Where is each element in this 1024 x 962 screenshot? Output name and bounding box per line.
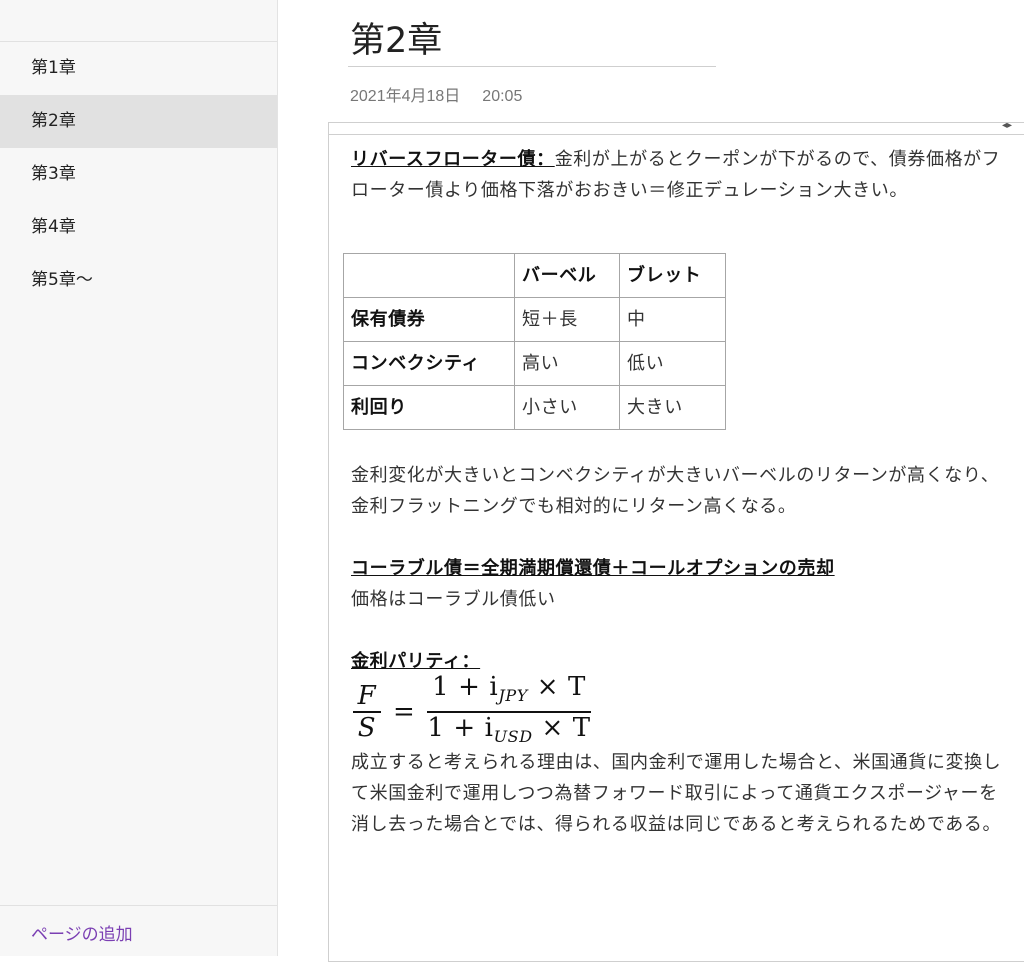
table-cell: 低い bbox=[619, 341, 726, 386]
table-cell: 短＋長 bbox=[514, 297, 620, 342]
title-underline bbox=[348, 66, 716, 67]
formula-equals: = bbox=[393, 696, 416, 727]
page-item-chapter-3[interactable]: 第3章 bbox=[0, 148, 277, 201]
formula-lhs-numerator: F bbox=[357, 681, 377, 711]
table-header: バーベル bbox=[514, 253, 620, 298]
paragraph-interest-parity: 成立すると考えられる理由は、国内金利で運用した場合と、米国通貨に変換して米国金利… bbox=[351, 752, 1002, 835]
table-row-header: コンベクシティ bbox=[343, 341, 515, 386]
table-row: コンベクシティ 高い 低い bbox=[343, 341, 726, 386]
page-title[interactable]: 第2章 bbox=[350, 12, 442, 63]
table-cell: 小さい bbox=[514, 385, 620, 430]
formula-lhs: F S bbox=[353, 681, 381, 743]
table-row: 利回り 小さい 大きい bbox=[343, 385, 726, 430]
formula-lhs-denominator: S bbox=[357, 713, 377, 743]
callable-bond-heading-text: コーラブル債＝全期満期償還債＋コールオプションの売却 bbox=[351, 558, 835, 579]
page-date: 2021年4月18日 bbox=[350, 88, 461, 105]
page-list-sidebar: 第1章 第2章 第3章 第4章 第5章～ ページの追加 bbox=[0, 0, 278, 956]
page-item-chapter-2[interactable]: 第2章 bbox=[0, 95, 277, 148]
table-cell: 中 bbox=[619, 297, 726, 342]
table-cell bbox=[343, 253, 515, 298]
add-page-button[interactable]: ページの追加 bbox=[31, 920, 133, 945]
table-cell: 高い bbox=[514, 341, 620, 386]
page-list: 第1章 第2章 第3章 第4章 第5章～ bbox=[0, 42, 277, 307]
text-callable-bond: 価格はコーラブル債低い bbox=[351, 589, 556, 610]
heading-callable-bond: コーラブル債＝全期満期償還債＋コールオプションの売却 bbox=[351, 553, 1003, 584]
table-row-header: 利回り bbox=[343, 385, 515, 430]
table-row: バーベル ブレット bbox=[343, 253, 726, 298]
table-cell: 大きい bbox=[619, 385, 726, 430]
table-header: ブレット bbox=[619, 253, 726, 298]
page-item-chapter-4[interactable]: 第4章 bbox=[0, 201, 277, 254]
paragraph-reverse-floater: リバースフローター債：金利が上がるとクーポンが下がるので、債券価格がフローター債… bbox=[351, 144, 1003, 206]
page-timestamp: 2021年4月18日 20:05 bbox=[350, 82, 544, 106]
interest-parity-formula: F S = 1 + iJPY × T 1 + iUSD × T bbox=[353, 672, 1003, 746]
page-time: 20:05 bbox=[482, 88, 523, 105]
paragraph-barbell: 金利変化が大きいとコンベクシティが大きいバーベルのリターンが高くなり、金利フラッ… bbox=[351, 465, 1000, 517]
formula-rhs-numerator: 1 + iJPY × T bbox=[432, 671, 586, 705]
interest-parity-heading-text: 金利パリティ： bbox=[351, 651, 481, 672]
comparison-table: バーベル ブレット 保有債券 短＋長 中 コンベクシティ 高い 低い 利回り 小… bbox=[343, 253, 726, 430]
note-container-handle-bar[interactable]: ◂▸ bbox=[329, 120, 1024, 135]
resize-handle-icon[interactable]: ◂▸ bbox=[1002, 120, 1012, 131]
heading-reverse-floater: リバースフローター債： bbox=[351, 149, 555, 170]
page-item-chapter-1[interactable]: 第1章 bbox=[0, 42, 277, 95]
page-item-chapter-5[interactable]: 第5章～ bbox=[0, 254, 277, 307]
note-content[interactable]: リバースフローター債：金利が上がるとクーポンが下がるので、債券価格がフローター債… bbox=[343, 144, 1003, 840]
table-row: 保有債券 短＋長 中 bbox=[343, 297, 726, 342]
sidebar-divider bbox=[0, 905, 277, 906]
formula-rhs: 1 + iJPY × T 1 + iUSD × T bbox=[427, 671, 591, 752]
table-row-header: 保有債券 bbox=[343, 297, 515, 342]
